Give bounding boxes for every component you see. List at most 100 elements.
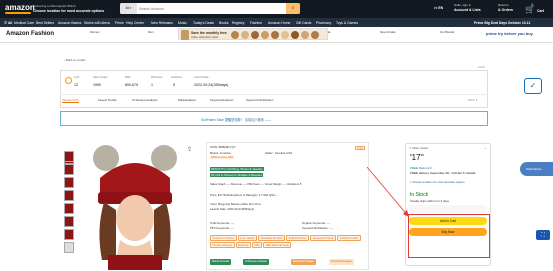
download-images-secondary-button[interactable]: Download Images xyxy=(329,259,354,265)
coffee-ad-banner[interactable]: Save the monthly fees Coffee subscriptio… xyxy=(178,28,328,40)
nav-item-best-sellers[interactable]: Best Sellers xyxy=(36,21,54,25)
nav-item-gift-cards[interactable]: Gift Cards xyxy=(296,21,311,25)
tag-product-ranger: Product Ranger xyxy=(210,242,235,248)
tab-variations[interactable]: Variations(5) xyxy=(62,98,79,103)
product-seller[interactable]: Seller: Joneliva USA xyxy=(265,151,292,155)
track-button[interactable]: Track xyxy=(355,146,365,150)
deliver-to-notice[interactable]: Choose location for most accurate option… xyxy=(33,9,104,13)
tab-marketplaces[interactable]: Marketplaces xyxy=(178,98,196,102)
price-cents: 99 xyxy=(420,153,424,157)
product-launch-date: Launch Date: 2022-09-24(355days) xyxy=(210,207,255,211)
fashion-link-women[interactable]: Women xyxy=(90,30,100,34)
stat-value-fba-fees: 1 xyxy=(151,83,153,87)
nav-item-new-releases[interactable]: New Releases xyxy=(151,21,173,25)
nav-item-help-center[interactable]: Help Center xyxy=(126,21,144,25)
nav-item-todays-deals[interactable]: Today's Deals xyxy=(193,21,214,25)
product-thumbnail[interactable] xyxy=(64,242,74,253)
amazon-logo[interactable]: amazon xyxy=(5,3,35,12)
fashion-title[interactable]: Amazon Fashion xyxy=(6,31,54,37)
nav-item-fashion[interactable]: Fashion xyxy=(250,21,262,25)
delivery-info: FREE delivery September 28 - October 5. … xyxy=(410,171,476,175)
sales-metrics-row: Sales Graph ---- Revenue ---- FBA Fees -… xyxy=(210,182,302,186)
nav-promo-prime-days[interactable]: Prime Big Deal Days October 10-11 xyxy=(474,21,530,25)
tab-ai-review-analysis[interactable]: AI Review Analysis xyxy=(132,98,157,102)
brand-checker-button[interactable]: Brand Checker xyxy=(210,259,232,265)
returns-line1: Returns xyxy=(498,3,509,7)
tab-more[interactable]: More ▾ xyxy=(468,98,477,102)
nav-item-toys-games[interactable]: Toys & Games xyxy=(336,21,358,25)
fulfillment-badge: FBA(Amazon) FBA xyxy=(210,156,235,159)
add-to-cart-button[interactable]: Add to Cart xyxy=(409,217,487,225)
search-input[interactable] xyxy=(139,4,284,13)
fashion-link-new-arrivals[interactable]: New Arrivals xyxy=(380,30,396,34)
returns-orders-link[interactable]: & Orders xyxy=(498,8,513,12)
checkmark-badge-icon[interactable]: ✓ xyxy=(524,78,542,94)
product-thumbnail[interactable] xyxy=(64,151,74,162)
stat-label-lqs: LQS xyxy=(74,76,80,79)
annotation-arrow-icon xyxy=(366,166,410,218)
fashion-link-men[interactable]: Men xyxy=(148,30,153,34)
search-category-dropdown[interactable]: All ▾ xyxy=(120,3,137,14)
product-thumbnail[interactable] xyxy=(64,164,74,175)
fashion-link-our-brands[interactable]: Our Brands xyxy=(440,30,454,34)
stat-value-sales-graph: 1990 xyxy=(93,83,101,87)
price-display: $1799 xyxy=(410,153,424,162)
tab-keyword-distribution[interactable]: Keyword Distribution xyxy=(246,98,274,102)
product-thumbnail[interactable] xyxy=(64,229,74,240)
product-thumbnail[interactable] xyxy=(64,190,74,201)
price-whole: 17 xyxy=(411,153,421,162)
prime-try-before-you-buy[interactable]: prime try before you buy xyxy=(486,31,533,36)
total-keywords: Total Keywords: ---- xyxy=(210,221,235,225)
ai-review-analysis-button[interactable]: AI Review Analysis xyxy=(243,259,269,265)
banner-subtitle: Coffee subscription exists xyxy=(191,36,219,39)
choose-location-link[interactable]: ⌖ Choose location for most accurate opti… xyxy=(410,180,488,185)
tag-fba-referral-fees: FBA Referral Fees xyxy=(263,242,292,248)
bsr-rank-1[interactable]: #500,675 in Clothing, Shoes & Jewelry xyxy=(210,167,264,171)
nav-item-books[interactable]: Books xyxy=(219,21,228,25)
product-thumbnail[interactable] xyxy=(64,216,74,227)
tag-low-margin: Low margin xyxy=(237,235,258,241)
cart-button[interactable]: 0 🛒 Cart xyxy=(525,2,547,15)
language-selector[interactable]: ▭ EN xyxy=(434,6,443,10)
product-thumbnail[interactable] xyxy=(64,177,74,188)
nav-item-prime[interactable]: Prime xyxy=(115,21,124,25)
bsr-rank-2[interactable]: #3,123 in Women's Skullies & Beanies xyxy=(210,173,264,177)
stat-value-launch-date: 2022-09-24(355days) xyxy=(194,83,229,87)
product-main-image[interactable] xyxy=(76,140,194,270)
account-lists-link[interactable]: Account & Lists xyxy=(454,8,481,12)
share-icon[interactable]: ⇪ xyxy=(187,146,192,153)
expand-icon[interactable]: ⛶ xyxy=(536,230,550,240)
tag-amazons-choice: Amazon's Choice xyxy=(210,235,237,241)
nav-item-registry[interactable]: Registry xyxy=(232,21,244,25)
product-asin[interactable]: ASIN: B0BH9LYQ7 xyxy=(210,145,236,149)
product-thumbnail[interactable] xyxy=(64,203,74,214)
nav-item-medical-care[interactable]: Medical Care xyxy=(14,21,34,25)
nav-item-works-with-alexa[interactable]: Works with Alexa xyxy=(84,21,110,25)
nav-all-menu[interactable]: ☰ All xyxy=(4,21,12,25)
back-to-results-link[interactable]: ‹ Back to results xyxy=(64,58,86,62)
nav-item-pharmacy[interactable]: Pharmacy xyxy=(316,21,331,25)
deliver-to-line1[interactable]: Delivering to Minneapolis 55414 xyxy=(33,4,76,8)
extension-version: v4.5.0 xyxy=(478,66,486,69)
stat-value-lqs: 12 xyxy=(74,83,78,87)
nav-item-music[interactable]: Music xyxy=(178,21,187,25)
nav-item-amazon-home[interactable]: Amazon Home xyxy=(268,21,290,25)
coffee-bag-image xyxy=(181,30,189,40)
tab-keyword-explorer[interactable]: Keyword Explorer xyxy=(210,98,234,102)
coupon-notice-box[interactable]: SunPoken Save 提醒您领券！ 请前往小程序 —— xyxy=(60,111,488,126)
share-status-label: ⇪ Share Status xyxy=(409,146,429,150)
nav-item-amazon-basics[interactable]: Amazon Basics xyxy=(58,21,81,25)
product-brand[interactable]: Brand: Joneliva xyxy=(210,151,231,155)
search-icon[interactable]: ⌕ xyxy=(286,3,300,14)
bsr-badge-1: #500,675 in Clothing, Shoes & Jewelry xyxy=(210,167,264,171)
amazon-top-bar: amazon Delivering to Minneapolis 55414 C… xyxy=(0,0,553,18)
tab-keepa-trends[interactable]: Keepa Trends xyxy=(98,98,117,102)
download-images-button[interactable]: Download Images xyxy=(291,259,316,265)
account-line1: Hello, sign in xyxy=(454,3,472,7)
sellersprite-floating-button[interactable]: SellerSprite xyxy=(520,162,553,176)
cart-label: Cart xyxy=(537,9,545,13)
buy-now-button[interactable]: Buy Now xyxy=(409,228,487,236)
organic-keywords: Organic Keywords: ---- xyxy=(302,221,331,225)
product-info-card: ASIN: B0BH9LYQ7 Track Brand: Joneliva Se… xyxy=(206,142,369,270)
buybox-menu-icon[interactable]: ⋯ xyxy=(484,146,487,150)
